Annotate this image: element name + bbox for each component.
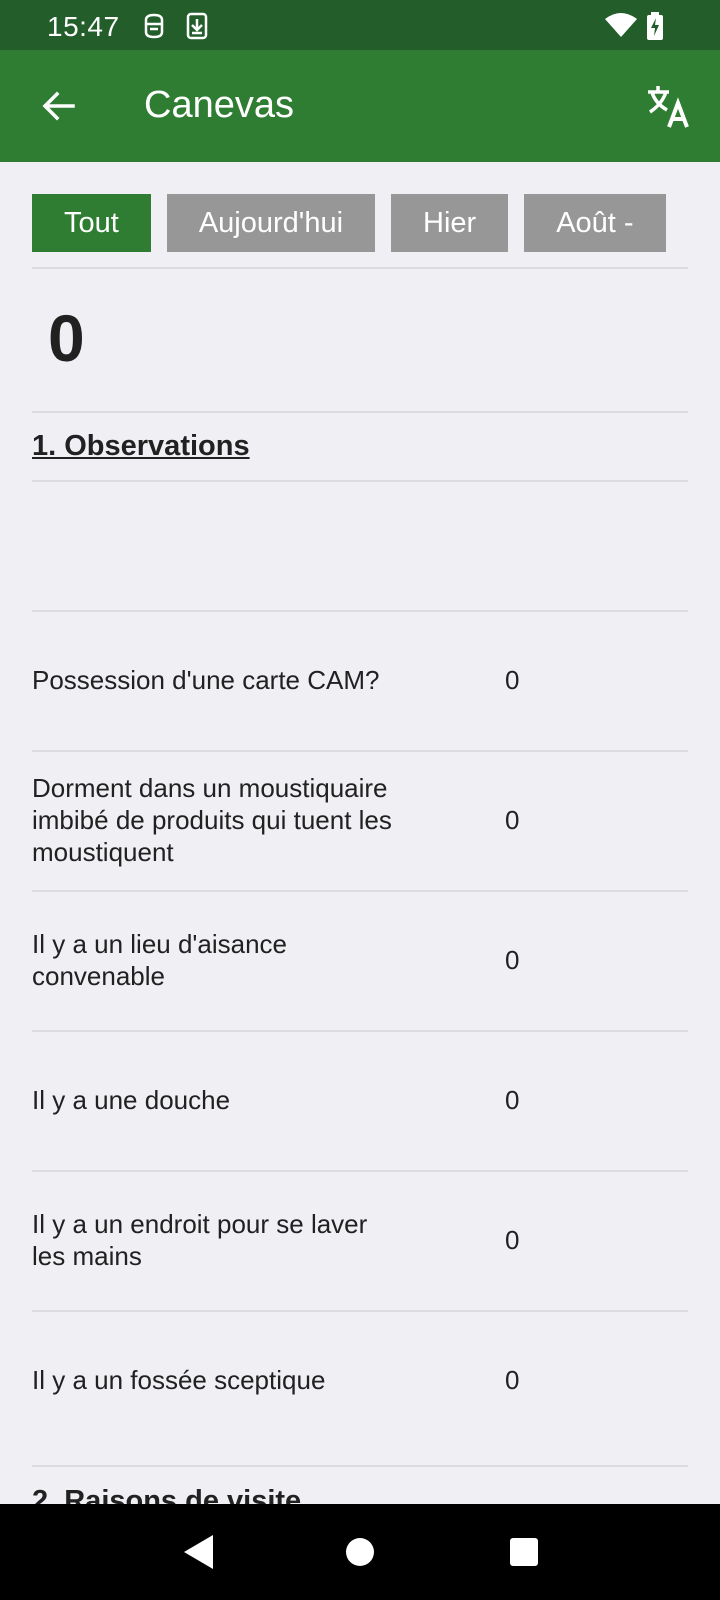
row-value: 0 (505, 944, 520, 975)
page-title: Canevas (144, 84, 294, 126)
row-value: 0 (505, 804, 520, 835)
notification-icon (142, 12, 166, 45)
row-label: Il y a un fossée sceptique (32, 1365, 326, 1395)
row-label: Possession d'une carte CAM? (32, 665, 380, 695)
list-item: Il y a une douche 0 (32, 1030, 688, 1170)
list-item: Il y a un endroit pour se laver les main… (32, 1170, 688, 1310)
row-label: Dorment dans un moustiquaire imbibé de p… (32, 773, 392, 867)
filter-chip-all[interactable]: Tout (32, 194, 151, 252)
status-time: 15:47 (47, 11, 120, 42)
battery-charging-icon (646, 12, 664, 45)
download-icon (186, 12, 208, 45)
nav-recents-button[interactable] (502, 1530, 546, 1574)
arrow-back-icon (42, 91, 75, 121)
row-label: Il y a une douche (32, 1085, 231, 1115)
divider (32, 1465, 688, 1467)
row-value: 0 (505, 1084, 520, 1115)
row-value: 0 (505, 1364, 520, 1395)
nav-back-button[interactable] (176, 1530, 220, 1574)
list-item: Il y a un lieu d'aisance convenable 0 (32, 890, 688, 1030)
list-item: Possession d'une carte CAM? 0 (32, 610, 688, 750)
divider (32, 267, 688, 269)
triangle-back-icon (184, 1535, 213, 1569)
circle-home-icon (346, 1538, 374, 1566)
nav-home-button[interactable] (338, 1530, 382, 1574)
row-label: Il y a un lieu d'aisance convenable (32, 929, 288, 991)
section-title-observations: 1. Observations (32, 430, 250, 462)
system-nav-bar (0, 1504, 720, 1600)
app-bar: Canevas (0, 50, 720, 162)
date-filter-bar: Tout Aujourd'hui Hier Août - (32, 194, 688, 252)
divider (32, 411, 688, 413)
row-value: 0 (505, 664, 520, 695)
translate-button[interactable] (640, 78, 696, 134)
filter-chip-month[interactable]: Août - (524, 194, 666, 252)
square-recents-icon (510, 1538, 538, 1566)
wifi-icon (604, 12, 638, 43)
divider (32, 480, 688, 482)
back-button[interactable] (30, 78, 86, 134)
row-label: Il y a un endroit pour se laver les main… (32, 1209, 368, 1271)
list-item: Il y a un fossée sceptique 0 (32, 1310, 688, 1450)
filter-chip-today[interactable]: Aujourd'hui (166, 194, 376, 252)
list-item: Dorment dans un moustiquaire imbibé de p… (32, 750, 688, 890)
total-count: 0 (48, 301, 85, 375)
filter-chip-yesterday[interactable]: Hier (391, 194, 509, 252)
row-value: 0 (505, 1224, 520, 1255)
status-bar: 15:47 (0, 0, 720, 50)
translate-icon (648, 86, 689, 128)
